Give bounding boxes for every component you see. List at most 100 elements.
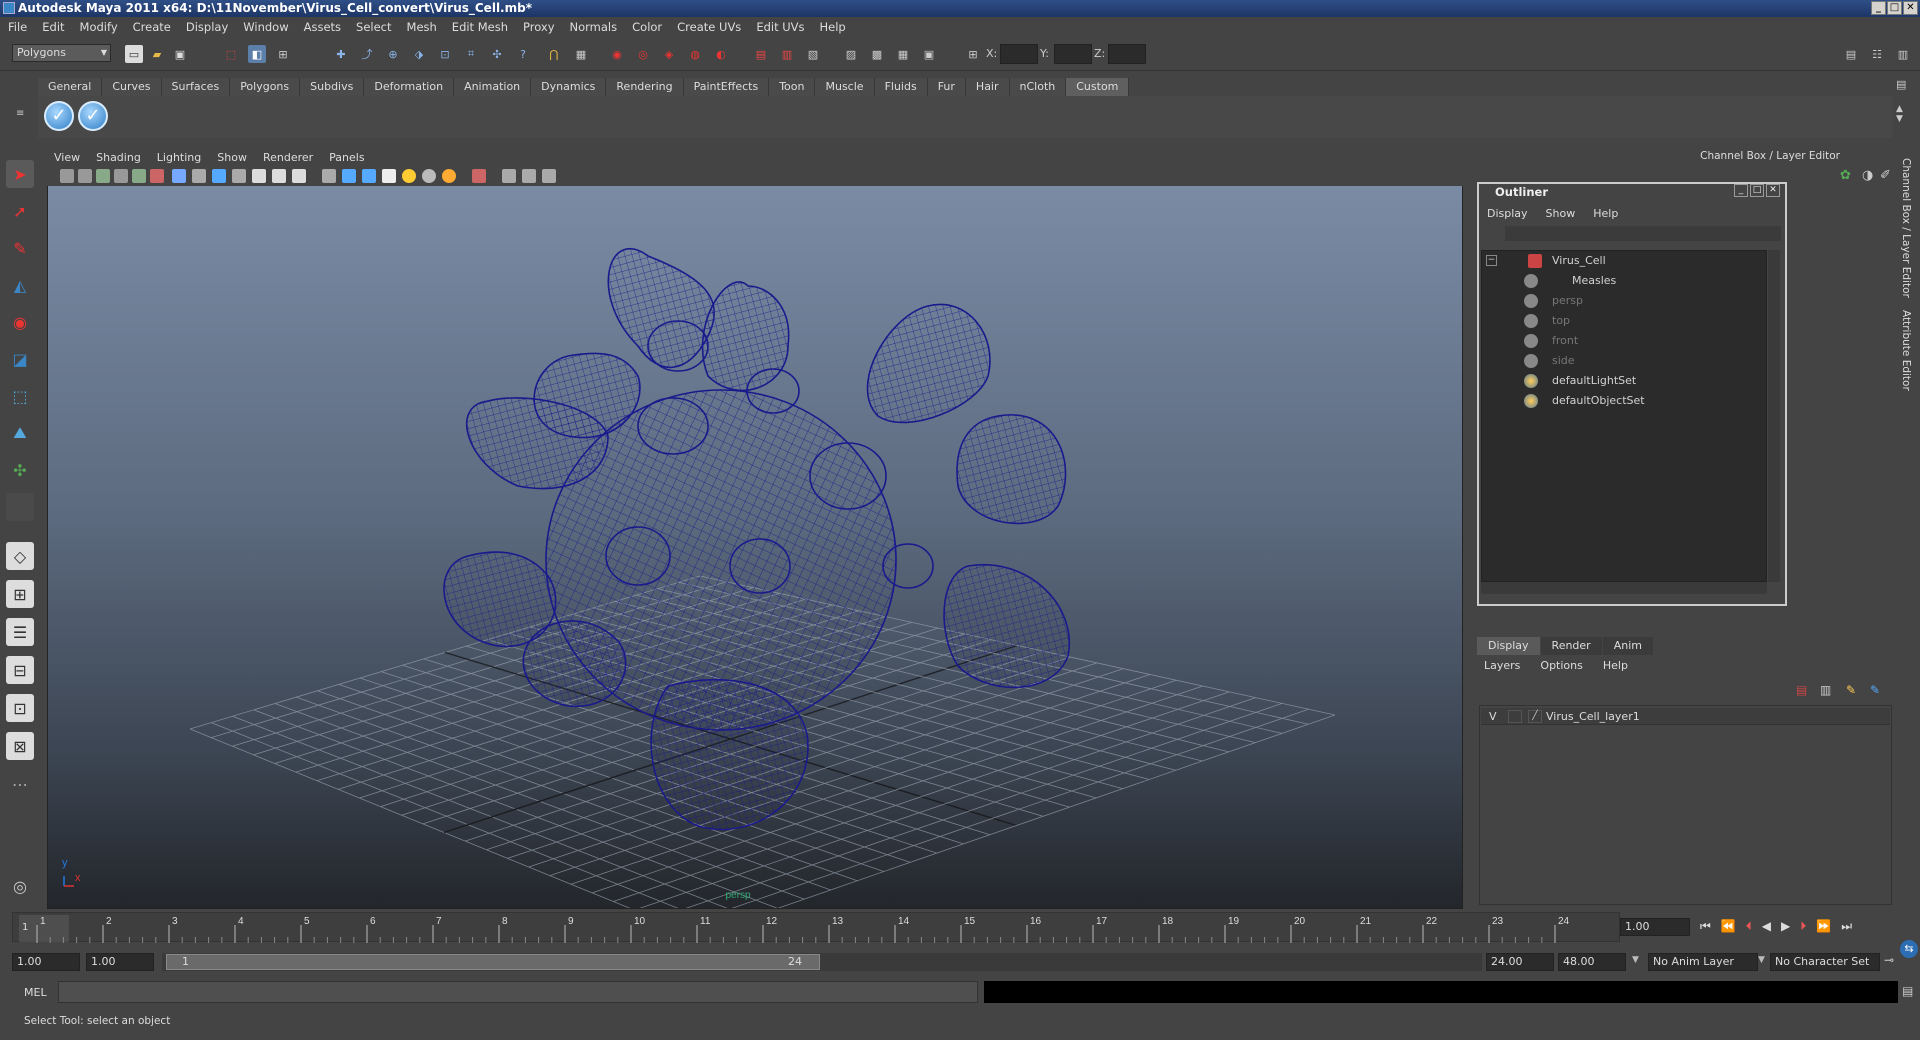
outliner-filter-input[interactable] (1505, 226, 1781, 241)
layout-graph-icon[interactable]: ⊟ (6, 656, 34, 684)
menu-modify[interactable]: Modify (80, 20, 118, 34)
save-scene-icon[interactable]: ▣ (171, 45, 189, 63)
playback-start-field[interactable]: 1.00 (86, 953, 154, 971)
go-to-end-icon[interactable]: ⏭ (1841, 919, 1852, 934)
camera-attr-icon[interactable] (78, 169, 92, 183)
hypershade-icon[interactable]: ◍ (686, 45, 704, 63)
menu-mesh[interactable]: Mesh (407, 20, 437, 34)
shelf-check-icon-2[interactable]: ✓ (78, 101, 108, 131)
image-plane-icon[interactable] (114, 169, 128, 183)
viewport-scene[interactable]: y x persp (48, 186, 1462, 908)
shelf-tab-toon[interactable]: Toon (769, 78, 816, 96)
vp-menu-show[interactable]: Show (217, 151, 247, 164)
text-icon[interactable] (292, 169, 306, 183)
layer-tab-anim[interactable]: Anim (1602, 637, 1653, 655)
layer-row[interactable] (1481, 708, 1890, 725)
last-tool-icon[interactable] (6, 493, 34, 521)
layout-four-icon[interactable]: ⊞ (6, 580, 34, 608)
end-time-field[interactable]: 48.00 (1558, 953, 1626, 971)
lasso-tool-icon[interactable]: ➚ (6, 197, 34, 225)
magnet-icon[interactable]: ⋂ (545, 45, 563, 63)
character-set-selector[interactable]: No Character Set (1770, 953, 1880, 971)
layer-tab-display[interactable]: Display (1477, 637, 1540, 655)
shelf-tab-custom[interactable]: Custom (1066, 78, 1130, 96)
script-editor-icon[interactable]: ▤ (1902, 984, 1913, 998)
shelf-menu-icon[interactable]: ≡ (16, 108, 30, 136)
outliner-item[interactable]: defaultObjectSet (1552, 393, 1645, 409)
new-layer-selected-icon[interactable]: ▥ (1820, 683, 1831, 697)
cube-icon[interactable] (342, 169, 356, 183)
layer-menu-layers[interactable]: Layers (1484, 659, 1520, 677)
outliner-minimize-button[interactable]: _ (1734, 184, 1748, 197)
toggle-tool-settings-icon[interactable]: ☷ (1868, 45, 1886, 63)
menu-color[interactable]: Color (632, 20, 662, 34)
help-query-icon[interactable]: ? (514, 45, 532, 63)
shelf-check-icon-1[interactable]: ✓ (44, 101, 74, 131)
play-backward-icon[interactable]: ◀ (1762, 919, 1771, 934)
mel-label[interactable]: MEL (24, 986, 47, 999)
construction-icon[interactable]: ✣ (488, 45, 506, 63)
menu-edit[interactable]: Edit (42, 20, 64, 34)
select-component-icon[interactable]: ⊞ (274, 45, 292, 63)
layer-menu-options[interactable]: Options (1540, 659, 1582, 677)
menu-select[interactable]: Select (356, 20, 391, 34)
snap-grid-icon[interactable]: ✚ (332, 45, 350, 63)
textured-icon[interactable] (232, 169, 246, 183)
ipr-render-icon[interactable]: ◎ (634, 45, 652, 63)
go-to-start-icon[interactable]: ⏮ (1700, 919, 1711, 934)
minimize-button[interactable]: _ (1871, 1, 1886, 15)
shelf-tab-rendering[interactable]: Rendering (606, 78, 684, 96)
menu-normals[interactable]: Normals (570, 20, 618, 34)
manipulator-tool-icon[interactable]: ⬚ (6, 382, 34, 410)
shadow-icon[interactable] (422, 169, 436, 183)
char-set-arrow-icon[interactable]: ▼ (1758, 955, 1765, 965)
layer-move-up-icon[interactable]: ✎ (1846, 683, 1856, 697)
menu-set-selector[interactable]: Polygons (12, 44, 111, 62)
layer-menu-help[interactable]: Help (1603, 659, 1628, 677)
light-icon[interactable] (402, 169, 416, 183)
snap-point-icon[interactable]: ⊕ (384, 45, 402, 63)
shelf-tab-general[interactable]: General (38, 78, 103, 96)
resolution-gate-icon[interactable] (472, 169, 486, 183)
snap-curve-icon[interactable]: ⤴ (358, 45, 376, 63)
bookmark-icon[interactable] (96, 169, 110, 183)
layer-name[interactable]: Virus_Cell_layer1 (1546, 710, 1640, 723)
frame-all-icon[interactable] (502, 169, 516, 183)
outliner-vscrollbar[interactable] (1768, 250, 1780, 582)
rotate-tool-icon[interactable]: ◉ (6, 308, 34, 336)
outliner-close-button[interactable]: ✕ (1766, 184, 1780, 197)
shelf-tab-surfaces[interactable]: Surfaces (161, 78, 231, 96)
current-time-field[interactable]: 1.00 (1620, 918, 1690, 936)
vp-menu-lighting[interactable]: Lighting (157, 151, 201, 164)
snap-surface-icon[interactable]: ⊡ (436, 45, 454, 63)
shelf-tab-animation[interactable]: Animation (454, 78, 532, 96)
name-field-icon[interactable]: ▥ (778, 45, 796, 63)
layer-move-down-icon[interactable]: ✎ (1870, 683, 1880, 697)
menu-help[interactable]: Help (820, 20, 846, 34)
menu-window[interactable]: Window (243, 20, 288, 34)
new-scene-icon[interactable]: ▭ (125, 45, 143, 63)
auto-key-icon[interactable]: ⊸ (1884, 953, 1894, 967)
step-forward-frame-icon[interactable]: ⏵ (1800, 919, 1806, 934)
new-layer-icon[interactable]: ▤ (1796, 683, 1807, 697)
toggle-channel-box-icon[interactable]: ▥ (1894, 45, 1912, 63)
select-tool-icon[interactable]: ➤ (6, 160, 34, 188)
close-button[interactable]: ✕ (1903, 1, 1918, 15)
y-field[interactable] (1054, 44, 1092, 64)
grid-toggle-icon[interactable] (132, 169, 146, 183)
camera-icon[interactable] (60, 169, 74, 183)
select-hierarchy-icon[interactable]: ⬚ (222, 45, 240, 63)
layout-outliner-icon[interactable]: ☰ (6, 618, 34, 646)
show-manipulator-icon[interactable]: ✣ (6, 456, 34, 484)
render-settings-icon[interactable]: ◈ (660, 45, 678, 63)
shelf-tab-dynamics[interactable]: Dynamics (531, 78, 607, 96)
menu-edit-uvs[interactable]: Edit UVs (756, 20, 804, 34)
outliner-maximize-button[interactable]: □ (1750, 184, 1764, 197)
vp-menu-shading[interactable]: Shading (96, 151, 141, 164)
menu-edit-mesh[interactable]: Edit Mesh (452, 20, 508, 34)
menu-create-uvs[interactable]: Create UVs (677, 20, 741, 34)
outliner-item[interactable]: side (1552, 353, 1575, 369)
hud-icon[interactable] (272, 169, 286, 183)
isolate-icon[interactable] (322, 169, 336, 183)
wireframe-icon[interactable] (172, 169, 186, 183)
